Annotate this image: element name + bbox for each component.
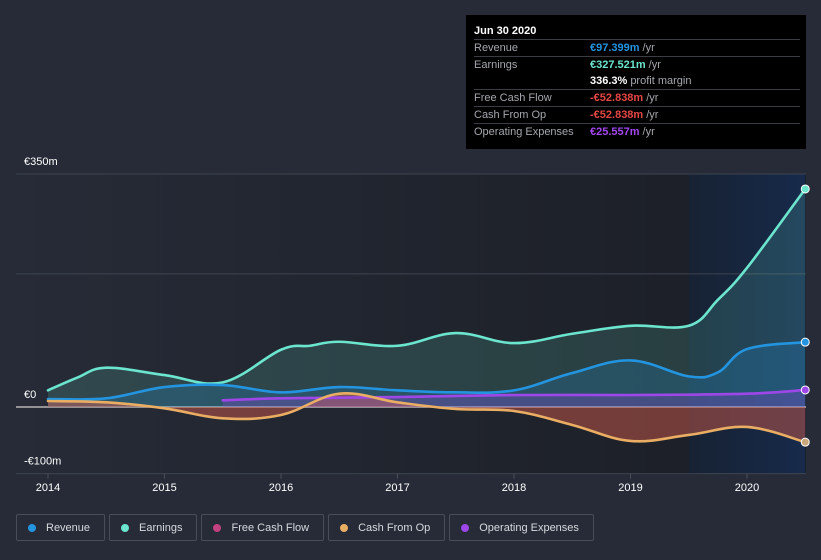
tooltip-row-label: Free Cash Flow: [474, 92, 552, 104]
tooltip-row-value: €327.521m: [590, 59, 646, 71]
legend-dot-icon: [121, 523, 130, 532]
tooltip-row-label: Earnings: [474, 59, 518, 71]
x-axis-label: 2018: [502, 482, 526, 494]
tooltip-row-value: €97.399m: [590, 42, 640, 54]
operating-expenses-endpoint[interactable]: [800, 385, 810, 395]
x-axis-label: 2017: [385, 482, 409, 494]
legend-dot-icon: [340, 523, 349, 532]
tooltip-row: Operating Expenses €25.557m/yr: [474, 123, 800, 140]
legend-dot-icon: [461, 523, 470, 532]
tooltip-row-value: €25.557m: [590, 126, 640, 138]
tooltip-row-unit: /yr: [646, 92, 659, 104]
revenue-endpoint[interactable]: [800, 337, 810, 347]
tooltip-row-unit: /yr: [642, 126, 655, 138]
tooltip-row-value: 336.3%: [590, 75, 628, 87]
tooltip-row: Earnings €327.521m/yr: [474, 56, 800, 73]
legend-item-revenue[interactable]: Revenue: [16, 514, 106, 541]
y-axis-label: €0: [24, 389, 36, 401]
tooltip-row-unit: /yr: [646, 109, 659, 121]
x-axis-label: 2016: [269, 482, 293, 494]
legend-item-free-cash-flow[interactable]: Free Cash Flow: [201, 514, 325, 541]
x-axis-label: 2020: [735, 482, 759, 494]
legend-label: Cash From Op: [358, 521, 431, 534]
legend-item-earnings[interactable]: Earnings: [109, 514, 198, 541]
tooltip-row-label: [474, 73, 590, 89]
earnings-endpoint[interactable]: [800, 184, 810, 194]
legend-label: Revenue: [46, 521, 91, 534]
tooltip-row-unit: /yr: [648, 59, 661, 71]
tooltip-row: Free Cash Flow -€52.838m/yr: [474, 89, 800, 106]
tooltip-row-label: Cash From Op: [474, 109, 547, 121]
legend-dot-icon: [28, 523, 36, 532]
tooltip-row-unit: profit margin: [630, 75, 692, 87]
tooltip-row: 336.3% profit margin: [474, 73, 800, 89]
tooltip-date: Jun 30 2020: [474, 25, 537, 37]
data-tooltip: Jun 30 2020 Revenue €97.399m/yr Earnings €3…: [466, 15, 806, 149]
legend: Revenue Earnings Free Cash Flow Cash From O…: [16, 514, 594, 541]
legend-item-cash-from-op[interactable]: Cash From Op: [328, 514, 446, 541]
tooltip-row-value: -€52.838m: [590, 92, 644, 104]
legend-item-operating-expenses[interactable]: Operating Expenses: [449, 514, 594, 541]
legend-label: Operating Expenses: [479, 521, 579, 534]
tooltip-row-label: Revenue: [474, 42, 519, 54]
x-axis-label: 2015: [152, 482, 176, 494]
x-axis-label: 2014: [36, 482, 60, 494]
x-axis-label: 2019: [618, 482, 642, 494]
tooltip-row: Cash From Op -€52.838m/yr: [474, 106, 800, 123]
legend-label: Free Cash Flow: [231, 521, 310, 534]
cash-from-op-endpoint[interactable]: [800, 437, 810, 447]
legend-label: Earnings: [139, 521, 183, 534]
tooltip-row: Revenue €97.399m/yr: [474, 39, 800, 56]
tooltip-row-unit: /yr: [642, 42, 655, 54]
tooltip-row-label: Operating Expenses: [474, 126, 574, 138]
y-axis-label: €350m: [24, 156, 58, 168]
y-axis-label: -€100m: [24, 456, 61, 468]
legend-dot-icon: [213, 523, 222, 532]
tooltip-row-value: -€52.838m: [590, 109, 644, 121]
